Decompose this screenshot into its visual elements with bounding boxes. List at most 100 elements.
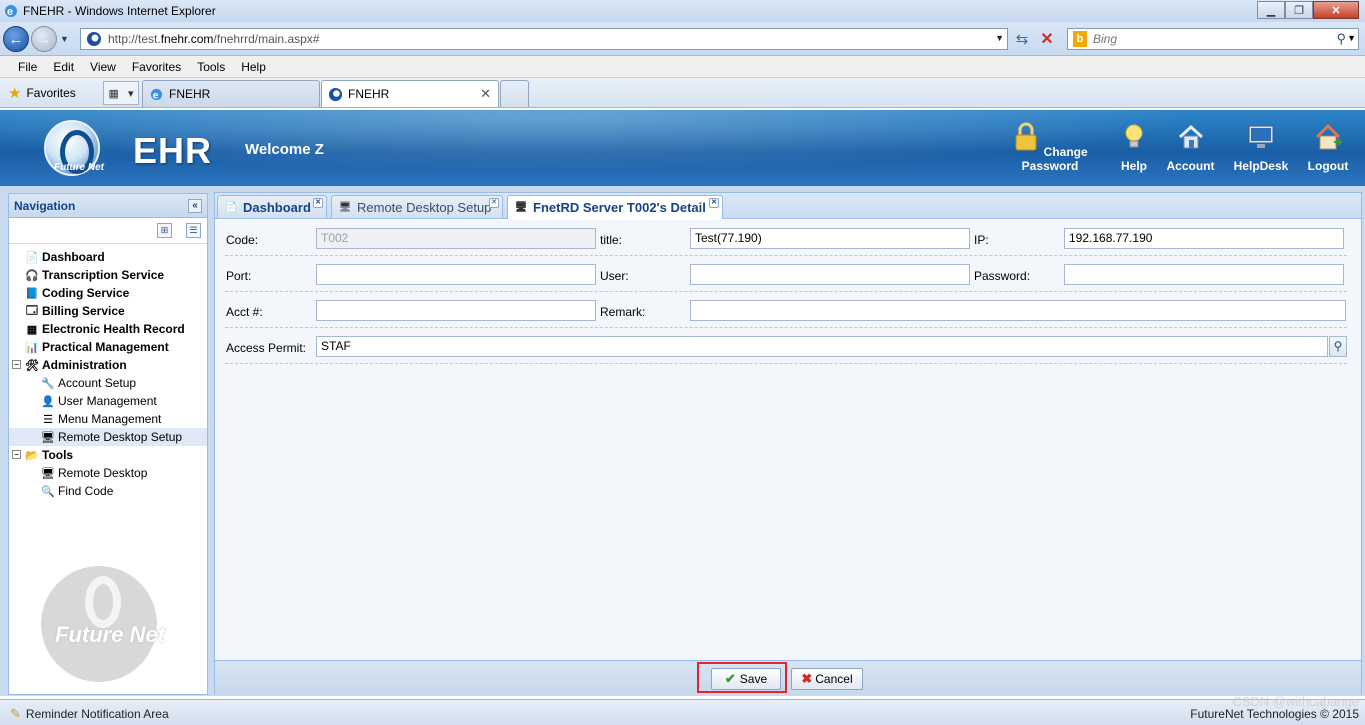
menu-edit[interactable]: Edit xyxy=(53,60,74,74)
url-text[interactable]: http://test.fnehr.com/fnehrrd/main.aspx# xyxy=(108,32,319,46)
tab-strip: 📄 Dashboard ✕ 🖥 Remote Desktop Setup ✕ 🖥… xyxy=(215,193,1361,219)
close-tab-icon[interactable]: ✕ xyxy=(313,198,323,208)
remark-field[interactable] xyxy=(690,300,1346,321)
address-dropdown[interactable]: ▼ xyxy=(995,33,1004,43)
access-permit-field[interactable]: STAF xyxy=(316,336,1328,357)
nav-item-label: Remote Desktop xyxy=(58,466,148,480)
close-tab-icon[interactable]: ✕ xyxy=(709,198,719,208)
dashboard-page-icon: 📄 xyxy=(25,251,39,264)
user-icon: 👤 xyxy=(41,395,55,408)
help-label: Help xyxy=(1120,159,1147,173)
navigation-toolbar: ⊞ ☰ xyxy=(9,218,207,244)
maximize-button[interactable]: ❐ xyxy=(1285,1,1313,19)
nav-item-practical-management[interactable]: 📊 Practical Management xyxy=(9,338,207,356)
minimize-button[interactable]: ▁ xyxy=(1257,1,1285,19)
server-detail-form: Code: T002 title: Test(77.190) IP: 192.1… xyxy=(215,220,1361,660)
tab-server-detail[interactable]: 🖥 FnetRD Server T002's Detail ✕ xyxy=(507,195,723,219)
nav-item-label: Practical Management xyxy=(42,340,169,354)
search-box[interactable]: b Bing ⚲ ▼ xyxy=(1067,28,1359,50)
nav-item-label: Remote Desktop Setup xyxy=(58,430,183,444)
help-button[interactable]: Help xyxy=(1117,122,1151,173)
search-dropdown[interactable]: ▼ xyxy=(1347,33,1356,43)
nav-item-account-setup[interactable]: 🔧 Account Setup xyxy=(9,374,207,392)
nav-item-dashboard[interactable]: 📄 Dashboard xyxy=(9,248,207,266)
browser-tab-2-active[interactable]: FNEHR ✕ xyxy=(321,80,499,107)
title-field[interactable]: Test(77.190) xyxy=(690,228,970,249)
new-tab-button[interactable] xyxy=(500,80,529,107)
browser-tab-1[interactable]: e FNEHR xyxy=(142,80,320,107)
nav-item-find-code[interactable]: 🔍 Find Code xyxy=(9,482,207,500)
collapse-node-icon[interactable]: − xyxy=(12,450,21,459)
nav-item-menu-management[interactable]: ☰ Menu Management xyxy=(9,410,207,428)
site-favicon-icon xyxy=(328,87,343,101)
collapse-panel-icon[interactable]: « xyxy=(188,199,202,213)
logo-text: Future Net xyxy=(54,162,104,173)
nav-item-remote-desktop[interactable]: 🖥 Remote Desktop xyxy=(9,464,207,482)
expand-all-icon[interactable]: ⊞ xyxy=(157,223,172,238)
nav-item-transcription-service[interactable]: 🎧 Transcription Service xyxy=(9,266,207,284)
nav-item-administration[interactable]: − 🛠 Administration xyxy=(9,356,207,374)
cancel-x-icon: ✖ xyxy=(801,671,813,686)
browser-tab-label: FNEHR xyxy=(169,87,211,101)
refresh-button[interactable]: ⇆ xyxy=(1012,30,1032,50)
site-favicon-icon xyxy=(87,32,101,46)
tab-remote-desktop-setup[interactable]: 🖥 Remote Desktop Setup ✕ xyxy=(331,195,503,218)
user-field[interactable] xyxy=(690,264,970,285)
menu-file[interactable]: File xyxy=(18,60,37,74)
app-body: Navigation « ⊞ ☰ 📄 Dashboard 🎧 Transcrip… xyxy=(0,186,1365,696)
user-label: User: xyxy=(600,269,629,283)
menu-list-icon: ☰ xyxy=(43,413,53,426)
favorites-tab-bar: ★ Favorites ▦ ▾ e FNEHR FNEHR ✕ xyxy=(0,78,1365,108)
nav-item-tools[interactable]: − 📂 Tools xyxy=(9,446,207,464)
forward-button[interactable]: → xyxy=(31,26,57,52)
menu-favorites[interactable]: Favorites xyxy=(132,60,181,74)
close-tab-icon[interactable]: ✕ xyxy=(489,198,499,208)
close-tab-icon[interactable]: ✕ xyxy=(480,86,491,102)
logout-button[interactable]: Logout xyxy=(1304,122,1352,173)
menu-help[interactable]: Help xyxy=(241,60,266,74)
nav-item-electronic-health-record[interactable]: ▦ Electronic Health Record xyxy=(9,320,207,338)
remote-desktop-icon: 🖥 xyxy=(41,467,55,480)
futurenet-watermark-logo: Future Net xyxy=(41,566,201,686)
billing-window-icon: 🗔 xyxy=(26,304,38,317)
search-placeholder: Bing xyxy=(1093,32,1118,46)
change-password-button[interactable]: Change Password xyxy=(995,122,1105,173)
nav-item-remote-desktop-setup[interactable]: 🖥 Remote Desktop Setup xyxy=(9,428,207,446)
port-field[interactable] xyxy=(316,264,596,285)
menu-tools[interactable]: Tools xyxy=(197,60,225,74)
favorites-label: Favorites xyxy=(26,86,76,100)
nav-item-user-management[interactable]: 👤 User Management xyxy=(9,392,207,410)
favorites-button[interactable]: ★ Favorites xyxy=(8,84,76,102)
collapse-node-icon[interactable]: − xyxy=(12,360,21,369)
nav-item-billing-service[interactable]: 🗔 Billing Service xyxy=(9,302,207,320)
navigation-title: Navigation xyxy=(14,198,76,213)
account-button[interactable]: Account xyxy=(1163,122,1218,173)
acct-field[interactable] xyxy=(316,300,596,321)
tab-label: Dashboard xyxy=(243,199,311,215)
address-bar[interactable]: http://test.fnehr.com/fnehrrd/main.aspx#… xyxy=(80,28,1008,50)
menu-view[interactable]: View xyxy=(90,60,116,74)
nav-item-label: Billing Service xyxy=(42,304,125,318)
save-button[interactable]: ✔ Save xyxy=(711,668,781,690)
quick-tabs-button[interactable]: ▦ ▾ xyxy=(103,81,139,105)
cancel-button[interactable]: ✖ Cancel xyxy=(791,668,863,690)
password-field[interactable] xyxy=(1064,264,1344,285)
helpdesk-button[interactable]: HelpDesk xyxy=(1230,122,1292,173)
access-permit-label: Access Permit: xyxy=(226,341,307,355)
close-window-button[interactable]: ✕ xyxy=(1313,1,1359,19)
tab-dashboard[interactable]: 📄 Dashboard ✕ xyxy=(217,195,327,218)
logout-label: Logout xyxy=(1307,159,1349,173)
browser-tab-label: FNEHR xyxy=(348,87,390,101)
ip-field[interactable]: 192.168.77.190 xyxy=(1064,228,1344,249)
recent-pages-dropdown[interactable]: ▼ xyxy=(60,34,69,44)
nav-item-coding-service[interactable]: 📘 Coding Service xyxy=(9,284,207,302)
main-tab-panel: 📄 Dashboard ✕ 🖥 Remote Desktop Setup ✕ 🖥… xyxy=(214,192,1362,695)
reminder-notification[interactable]: ✎ Reminder Notification Area xyxy=(10,706,169,722)
lookup-search-icon[interactable]: ⚲ xyxy=(1329,336,1347,357)
tab-list-dropdown[interactable]: ▾ xyxy=(128,87,134,100)
back-button[interactable]: ← xyxy=(3,26,29,52)
collapse-all-icon[interactable]: ☰ xyxy=(186,223,201,238)
acct-label: Acct #: xyxy=(226,305,263,319)
stop-button[interactable]: ✕ xyxy=(1037,30,1057,50)
search-icon[interactable]: ⚲ xyxy=(1336,31,1346,47)
